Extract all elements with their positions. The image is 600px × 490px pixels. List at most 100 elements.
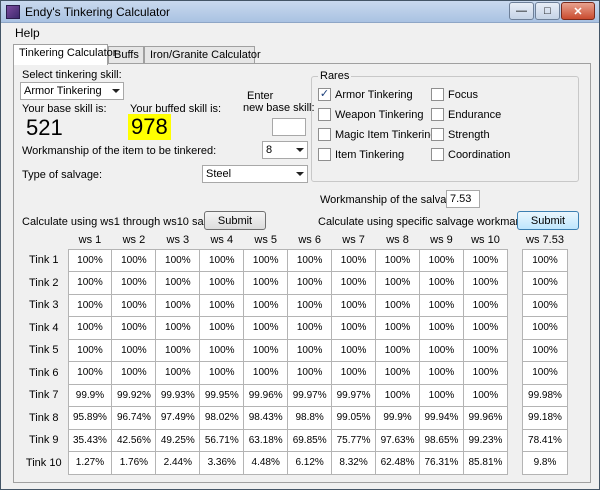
new-base-skill-input[interactable] [272,118,306,136]
table-cell: 100% [331,293,377,317]
specific-cell: 100% [522,293,568,317]
table-cell: 100% [462,293,509,317]
salvage-type-select[interactable]: Steel [202,165,308,183]
table-cell: 99.23% [462,428,509,452]
table-corner [20,231,68,249]
table-cell: 75.77% [331,428,377,452]
table-cell: 99.96% [243,383,289,407]
rare-magic-item-tinkering-label: Magic Item Tinkering [335,128,437,141]
specific-column-header: ws 7.53 [526,233,564,246]
column-header: ws 1 [78,233,102,246]
tinkering-skill-select[interactable]: Armor Tinkering [20,82,124,100]
item-workmanship-select[interactable]: 8 [262,141,308,159]
table-cell: 100% [375,383,420,407]
table-cell: 100% [462,248,509,272]
row-label: Tink 8 [28,411,59,424]
specific-cell: 9.8% [522,451,568,475]
rare-endurance-checkbox[interactable]: Endurance [431,108,501,121]
table-row: Tink 2 100% 100% 100% 100% 100% 100% 100% 100% 10… [20,271,509,295]
row-label: Tink 10 [25,456,62,469]
app-icon [6,5,20,19]
item-workmanship-label: Workmanship of the item to be tinkered: [22,145,217,157]
app-window: Endy's Tinkering Calculator — □ ✕ Help T… [0,0,600,490]
table-cell: 99.92% [111,383,157,407]
rare-item-tinkering-checkbox[interactable]: Item Tinkering [318,148,404,161]
table-cell: 99.93% [155,383,201,407]
specific-cell: 100% [522,248,568,272]
minimize-button[interactable]: — [509,2,534,20]
table-cell: 1.27% [67,451,113,475]
row-label: Tink 7 [28,389,59,402]
table-cell: 1.76% [111,451,157,475]
menu-help[interactable]: Help [15,26,40,40]
specific-row: 99.18% [522,406,568,430]
rare-strength-checkbox[interactable]: Strength [431,128,490,141]
submit-ws-range-button[interactable]: Submit [204,211,266,230]
table-cell: 100% [462,383,509,407]
submit-specific-button[interactable]: Submit [517,211,579,230]
column-header: ws 10 [471,233,500,246]
rare-coordination-label: Coordination [448,148,511,161]
table-cell: 100% [199,338,245,362]
table-cell: 100% [287,271,333,295]
table-cell: 100% [67,361,113,385]
table-cell: 98.02% [199,406,245,430]
tab-iron-granite-calculator[interactable]: Iron/Granite Calculator [144,46,261,64]
base-skill-value: 521 [26,115,63,140]
specific-row: 100% [522,316,568,340]
rare-focus-checkbox[interactable]: Focus [431,88,478,101]
title-bar[interactable]: Endy's Tinkering Calculator — □ ✕ [1,1,599,23]
success-table: ws 1 ws 2 ws 3 ws 4 ws 5 ws 6 ws 7 ws 8 ws 9 ws 1… [20,231,509,475]
table-row: Tink 1 100% 100% 100% 100% 100% 100% 100% 100% 10… [20,248,509,272]
table-cell: 100% [199,293,245,317]
column-header: ws 9 [430,233,453,246]
column-header: ws 3 [166,233,190,246]
rare-coordination-checkbox[interactable]: Coordination [431,148,510,161]
table-cell: 100% [287,248,333,272]
table-cell: 100% [243,316,289,340]
table-cell: 100% [199,316,245,340]
table-cell: 100% [462,316,509,340]
table-cell: 100% [331,316,377,340]
table-cell: 100% [287,338,333,362]
table-cell: 100% [375,361,420,385]
table-cell: 100% [287,361,333,385]
table-cell: 6.12% [287,451,333,475]
tinkering-panel: Select tinkering skill: Armor Tinkering … [13,63,591,483]
row-label: Tink 4 [28,321,59,334]
specific-row: 99.98% [522,383,568,407]
specific-row: 100% [522,271,568,295]
maximize-button[interactable]: □ [535,2,560,20]
specific-cell: 99.98% [522,383,568,407]
table-header-row: ws 1 ws 2 ws 3 ws 4 ws 5 ws 6 ws 7 ws 8 ws 9 ws 1… [20,231,508,249]
table-cell: 97.49% [155,406,201,430]
table-cell: 76.31% [419,451,464,475]
specific-row: 9.8% [522,451,568,475]
table-cell: 4.48% [243,451,289,475]
table-cell: 100% [67,293,113,317]
rare-magic-item-tinkering-checkbox[interactable]: Magic Item Tinkering [318,128,436,141]
specific-row: 100% [522,338,568,362]
column-header: ws 8 [386,233,409,246]
salvage-workmanship-label: Workmanship of the salvage: [320,194,462,206]
table-cell: 100% [199,248,245,272]
table-cell: 100% [419,383,464,407]
table-cell: 100% [111,293,157,317]
chevron-down-icon [296,172,304,176]
table-row: Tink 5 100% 100% 100% 100% 100% 100% 100% 100% 10… [20,338,509,362]
table-cell: 100% [67,316,113,340]
salvage-workmanship-input[interactable]: 7.53 [446,190,480,208]
specific-cell: 100% [522,271,568,295]
rare-armor-tinkering-checkbox[interactable]: ✓ Armor Tinkering [318,88,413,101]
rare-weapon-tinkering-checkbox[interactable]: Weapon Tinkering [318,108,423,121]
tab-tinkering-calculator[interactable]: Tinkering Calculator [13,44,116,65]
specific-cell: 100% [522,316,568,340]
enter-label: Enter [247,90,274,102]
table-cell: 99.95% [199,383,245,407]
table-cell: 100% [287,293,333,317]
close-button[interactable]: ✕ [561,2,595,20]
table-cell: 100% [419,338,464,362]
chevron-down-icon [296,148,304,152]
rares-group: Rares ✓ Armor Tinkering Weapon Tinkering… [311,70,579,182]
column-header: ws 7 [342,233,365,246]
